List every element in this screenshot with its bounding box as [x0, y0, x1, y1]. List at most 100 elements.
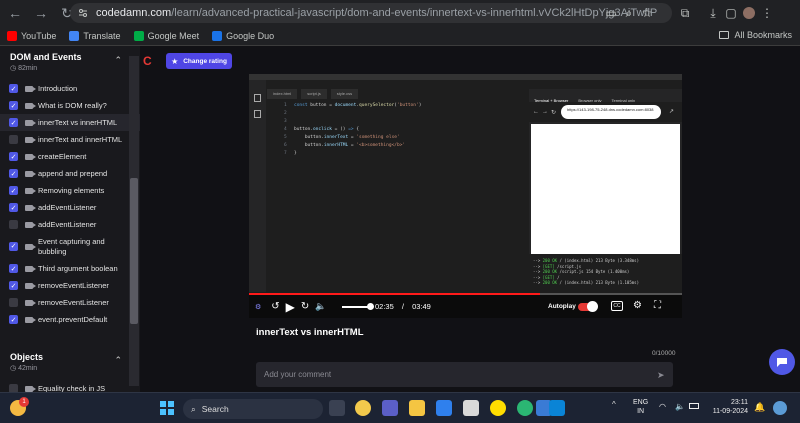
wifi-icon[interactable]: ◠ — [659, 402, 666, 411]
bookmark-star-icon[interactable]: ☆ — [638, 4, 656, 22]
lesson-item[interactable]: ✓ addEventListener — [0, 199, 140, 216]
all-bookmarks[interactable]: All Bookmarks — [719, 30, 792, 40]
bookmark-favicon-icon — [133, 30, 144, 41]
lesson-item[interactable]: ✓ innerText vs innerHTML — [0, 114, 140, 131]
comment-input[interactable]: Add your comment — [256, 362, 673, 387]
lesson-checkbox[interactable]: ✓ — [9, 101, 18, 110]
teams-icon[interactable] — [382, 400, 398, 416]
chat-button[interactable] — [769, 349, 795, 375]
url-path: /learn/advanced-practical-javascript/dom… — [171, 7, 658, 19]
change-rating-button[interactable]: ★ Change rating — [166, 53, 232, 69]
lesson-item[interactable]: ✓ Third argument boolean — [0, 260, 140, 277]
speaker-icon[interactable]: 🔈 — [675, 402, 685, 411]
bookmark-youtube[interactable]: YouTube — [7, 30, 56, 41]
windows-start-icon[interactable] — [160, 401, 174, 415]
bookmark-google-duo[interactable]: Google Duo — [212, 30, 275, 41]
rewind-10-icon[interactable]: ↺ — [271, 301, 279, 312]
forward-button[interactable]: → — [30, 2, 52, 24]
settings-icon[interactable]: ⚙ — [633, 300, 645, 312]
taskbar-search[interactable]: ⌕ Search — [183, 399, 323, 419]
bookmark-translate[interactable]: Translate — [69, 30, 121, 41]
fullscreen-icon[interactable]: ⛶ — [654, 300, 666, 312]
lesson-item[interactable]: ✓ Event capturing and bubbling — [0, 233, 120, 260]
address-bar[interactable]: codedamn.com/learn/advanced-practical-ja… — [70, 3, 672, 23]
lesson-item[interactable]: addEventListener — [0, 216, 140, 233]
file-explorer-icon[interactable] — [409, 400, 425, 416]
battery-icon[interactable] — [689, 403, 699, 409]
lesson-checkbox[interactable] — [9, 298, 18, 307]
volume-icon[interactable]: 🔈 — [315, 301, 326, 312]
lesson-item[interactable]: ✓ event.preventDefault — [0, 311, 140, 328]
code-line: 1 const button = document.querySelector('… — [284, 103, 422, 108]
volume-slider[interactable] — [342, 306, 370, 308]
captions-label: CC — [613, 303, 621, 309]
captions-button[interactable]: CC — [611, 301, 623, 311]
lesson-checkbox[interactable]: ✓ — [9, 186, 18, 195]
menu-icon[interactable]: ⋮ — [758, 4, 776, 22]
video-player[interactable]: index.html script.js style.css 1 const butt… — [249, 74, 682, 318]
lesson-checkbox[interactable]: ✓ — [9, 169, 18, 178]
lesson-item[interactable]: Equality check in JS — [0, 380, 140, 392]
tab-search-icon[interactable]: ▢ — [722, 4, 740, 22]
lesson-checkbox[interactable]: ✓ — [9, 242, 18, 251]
back-button[interactable]: ← — [4, 2, 26, 24]
lesson-checkbox[interactable] — [9, 220, 18, 229]
volume-knob[interactable] — [367, 303, 374, 310]
lesson-item[interactable]: ✓ What is DOM really? — [0, 97, 140, 114]
lesson-checkbox[interactable] — [9, 384, 18, 392]
send-icon[interactable]: ➤ — [657, 370, 665, 381]
copilot-icon[interactable] — [773, 401, 787, 415]
lesson-label: append and prepend — [38, 169, 108, 178]
section-header[interactable]: Objects ◷ 42min ⌃ — [0, 346, 140, 372]
video-icon — [25, 282, 36, 289]
lesson-checkbox[interactable]: ✓ — [9, 264, 18, 273]
chevron-up-icon[interactable]: ⌃ — [114, 355, 122, 366]
clock-icon: ◷ — [10, 365, 19, 372]
snapchat-icon[interactable] — [490, 400, 506, 416]
lesson-checkbox[interactable]: ✓ — [9, 281, 18, 290]
code-editor: 1 const button = document.querySelector('… — [284, 102, 421, 158]
todo-icon[interactable] — [436, 400, 452, 416]
forward-10-icon[interactable]: ↻ — [301, 301, 309, 312]
cast-icon[interactable]: ▭ — [602, 4, 620, 22]
lesson-item[interactable]: ✓ removeEventListener — [0, 277, 140, 294]
lesson-label: innerText and innerHTML — [38, 135, 123, 144]
taskbar-clock[interactable]: 23:11 11-09-2024 — [708, 398, 748, 416]
lesson-checkbox[interactable]: ✓ — [9, 118, 18, 127]
site-info-icon[interactable] — [78, 8, 88, 18]
task-view-icon[interactable] — [329, 400, 345, 416]
edge-icon[interactable] — [517, 400, 533, 416]
bookmark-label: Google Duo — [226, 30, 275, 41]
zoom-icon[interactable]: ⌕ — [620, 4, 638, 22]
extensions-icon[interactable]: ⧉ — [676, 4, 694, 22]
download-icon[interactable]: ⤓ — [704, 4, 722, 22]
lesson-item[interactable]: ✓ createElement — [0, 148, 140, 165]
lesson-checkbox[interactable]: ✓ — [9, 152, 18, 161]
lesson-item[interactable]: ✓ append and prepend — [0, 165, 140, 182]
lesson-item[interactable]: removeEventListener — [0, 294, 140, 311]
lesson-checkbox[interactable]: ✓ — [9, 203, 18, 212]
lesson-item[interactable]: innerText and innerHTML — [0, 131, 140, 148]
lesson-item[interactable]: ✓ Introduction — [0, 80, 140, 97]
sidebar-scroll-thumb[interactable] — [130, 178, 138, 324]
bookmark-google-meet[interactable]: Google Meet — [133, 30, 199, 41]
store-icon[interactable] — [463, 400, 479, 416]
vscode-icon[interactable] — [549, 400, 565, 416]
chrome-icon[interactable] — [355, 400, 371, 416]
settings-small-icon[interactable]: ⚙ — [255, 303, 261, 311]
video-title: innerText vs innerHTML — [256, 327, 364, 338]
lesson-checkbox[interactable]: ✓ — [9, 84, 18, 93]
notification-bell-icon[interactable]: 🔔 — [754, 402, 765, 413]
play-icon[interactable]: ▶ — [286, 300, 295, 314]
profile-avatar[interactable] — [740, 4, 758, 22]
lesson-label: addEventListener — [38, 203, 97, 212]
lesson-checkbox[interactable]: ✓ — [9, 315, 18, 324]
lesson-checkbox[interactable] — [9, 135, 18, 144]
section-header[interactable]: DOM and Events ◷ 82min ⌃ — [0, 46, 140, 72]
autoplay-toggle-knob[interactable] — [587, 301, 598, 312]
language-indicator[interactable]: ENG IN — [633, 398, 648, 416]
chevron-up-icon[interactable]: ⌃ — [114, 55, 122, 66]
codedamn-logo[interactable]: C — [143, 54, 157, 68]
lesson-item[interactable]: ✓ Removing elements — [0, 182, 140, 199]
tray-chevron-icon[interactable]: ^ — [612, 400, 616, 409]
